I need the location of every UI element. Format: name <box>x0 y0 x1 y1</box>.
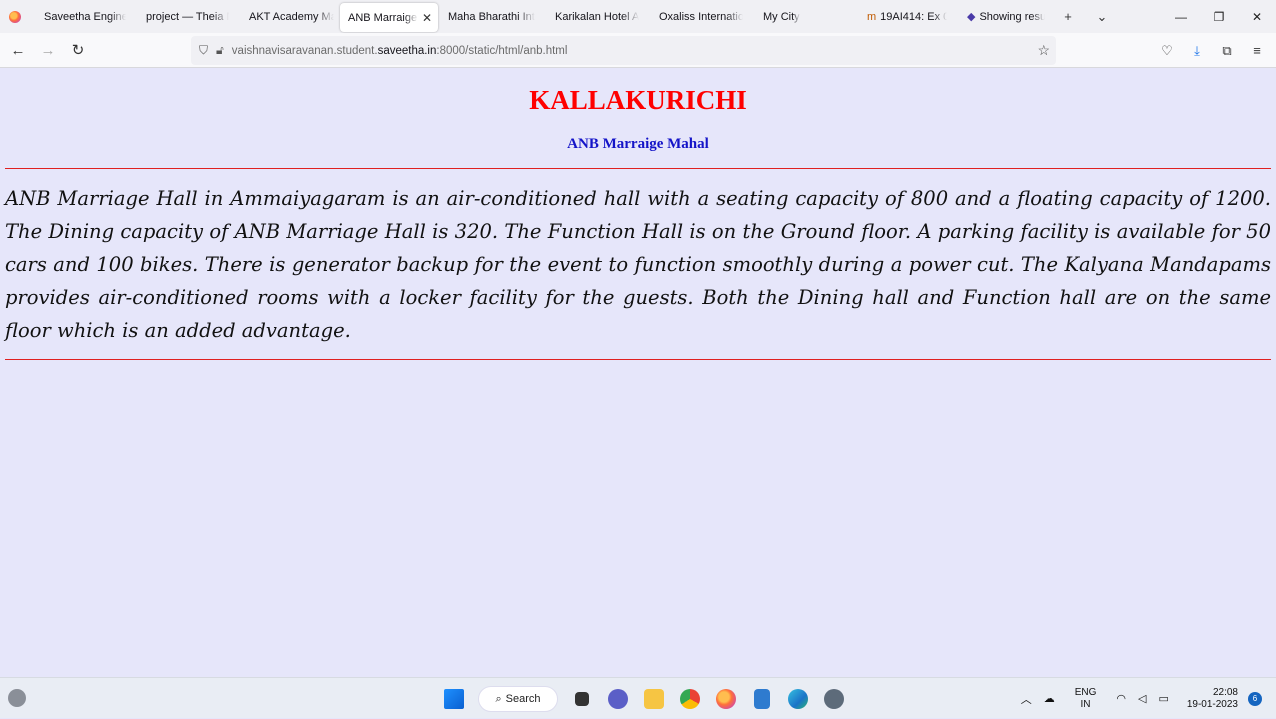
clock-date: 19-01-2023 <box>1186 698 1238 710</box>
tab-akt-academy[interactable]: AKT Academy Matri <box>235 0 340 33</box>
taskbar-search[interactable]: ⌕ Search <box>478 686 558 712</box>
search-label: Search <box>505 693 541 705</box>
url-text[interactable]: vaishnavisaravanan.student.saveetha.in:8… <box>232 45 568 57</box>
forward-arrow-icon[interactable]: → <box>33 35 63 65</box>
tab-strip: Saveetha Engineering project — Theia Mu … <box>0 0 1276 33</box>
language-indicator[interactable]: ENG IN <box>1075 687 1097 711</box>
settings-gear-icon[interactable] <box>816 682 852 716</box>
wifi-icon[interactable]: ◠ <box>1116 692 1126 705</box>
task-view-icon[interactable] <box>564 682 600 716</box>
tab-favicon-icon: m <box>867 10 877 23</box>
tab-label: My City <box>763 10 800 23</box>
url-prefix: vaishnavisaravanan.student. <box>231 44 378 57</box>
top-divider <box>5 168 1271 169</box>
toolbar-right: ♡ ⤓ ⧉ ≡ <box>1152 33 1272 68</box>
tab-project-theia[interactable]: project — Theia Mu <box>132 0 235 33</box>
bottom-divider <box>5 359 1271 360</box>
page-title: KALLAKURICHI <box>529 85 747 115</box>
page-subtitle: ANB Marraige Mahal <box>567 136 709 152</box>
tab-saveetha[interactable]: Saveetha Engineering <box>30 0 132 33</box>
restore-icon[interactable]: ❐ <box>1200 0 1238 33</box>
firefox-icon[interactable] <box>708 682 744 716</box>
tab-oxaliss[interactable]: Oxaliss Internationa <box>645 0 749 33</box>
close-window-icon[interactable]: ✕ <box>1238 0 1276 33</box>
language-code: ENG <box>1074 686 1097 698</box>
address-bar[interactable]: ⛉ 🔓︎ vaishnavisaravanan.student.saveetha… <box>191 36 1056 65</box>
tab-showing-results[interactable]: ◆Showing results <box>953 0 1051 33</box>
file-explorer-icon[interactable] <box>636 682 672 716</box>
new-tab-plus-icon[interactable]: + <box>1051 0 1085 33</box>
tab-karikalan-hotel[interactable]: Karikalan Hotel A/C <box>541 0 645 33</box>
tab-label: project — Theia Mu <box>146 10 229 23</box>
tab-favicon-icon: ◆ <box>967 11 976 23</box>
taskbar: ⌕ Search ︿ ☁ ENG IN ◠ ◁ ▭ 22:08 19-01-202… <box>0 677 1276 718</box>
weather-widget-icon[interactable] <box>8 689 26 707</box>
onedrive-cloud-icon[interactable]: ☁ <box>1044 692 1055 705</box>
tab-label: Maha Bharathi Inter <box>448 10 535 23</box>
taskbar-apps: ⌕ Search <box>436 682 852 716</box>
tab-maha-bharathi[interactable]: Maha Bharathi Inter <box>438 0 541 33</box>
system-tray: ︿ ☁ ENG IN ◠ ◁ ▭ 22:08 19-01-2023 6 <box>1015 678 1262 719</box>
volume-icon[interactable]: ◁ <box>1138 692 1146 705</box>
tab-label: Showing results <box>979 10 1045 23</box>
tab-label: 19AI414: Ex 04 <box>880 10 947 23</box>
windows-start-icon[interactable] <box>436 682 472 716</box>
tab-label: ANB Marraige M <box>348 11 418 24</box>
search-icon: ⌕ <box>495 692 502 705</box>
bookmark-star-icon[interactable]: ☆ <box>1037 42 1050 59</box>
close-tab-icon[interactable]: ✕ <box>422 11 432 25</box>
chevron-up-icon[interactable]: ︿ <box>1021 691 1032 707</box>
chrome-icon[interactable] <box>672 682 708 716</box>
hamburger-menu-icon[interactable]: ≡ <box>1242 43 1272 58</box>
tab-label: AKT Academy Matri <box>249 10 334 23</box>
firefox-menu-icon[interactable] <box>0 0 30 33</box>
downloads-icon[interactable]: ⤓ <box>1182 43 1212 59</box>
tab-label: Karikalan Hotel A/C <box>555 10 639 23</box>
url-domain: saveetha.in <box>377 44 437 57</box>
back-arrow-icon[interactable]: ← <box>3 35 33 65</box>
url-suffix: :8000/static/html/anb.html <box>436 44 568 57</box>
tab-19ai414[interactable]: m19AI414: Ex 04 <box>853 0 953 33</box>
clock[interactable]: 22:08 19-01-2023 <box>1187 687 1238 711</box>
notepad-icon[interactable] <box>744 682 780 716</box>
tab-label: Oxaliss Internationa <box>659 10 743 23</box>
page-content: KALLAKURICHI ANB Marraige Mahal ANB Marr… <box>0 69 1276 677</box>
tab-anb-marraige[interactable]: ANB Marraige M ✕ <box>340 3 438 32</box>
pocket-icon[interactable]: ♡ <box>1152 43 1182 59</box>
minimize-icon[interactable]: — <box>1162 0 1200 33</box>
nav-toolbar: ← → ↻ ⛉ 🔓︎ vaishnavisaravanan.student.sa… <box>0 33 1276 68</box>
battery-icon[interactable]: ▭ <box>1158 692 1168 705</box>
insecure-lock-icon[interactable]: 🔓︎ <box>216 43 224 58</box>
region-code: IN <box>1080 698 1091 710</box>
edge-icon[interactable] <box>780 682 816 716</box>
description-paragraph: ANB Marriage Hall in Ammaiyagaram is an … <box>5 187 1271 342</box>
extensions-icon[interactable]: ⧉ <box>1212 43 1242 59</box>
teams-chat-icon[interactable] <box>600 682 636 716</box>
notification-badge[interactable]: 6 <box>1248 691 1262 706</box>
tab-my-city[interactable]: My City <box>749 0 853 33</box>
window-controls: — ❐ ✕ <box>1162 0 1276 33</box>
clock-time: 22:08 <box>1212 686 1238 698</box>
tab-label: Saveetha Engineering <box>44 10 126 23</box>
tracking-shield-icon[interactable]: ⛉ <box>199 43 208 58</box>
reload-icon[interactable]: ↻ <box>63 35 93 65</box>
list-tabs-chevron-down-icon[interactable]: ⌄ <box>1085 0 1119 33</box>
